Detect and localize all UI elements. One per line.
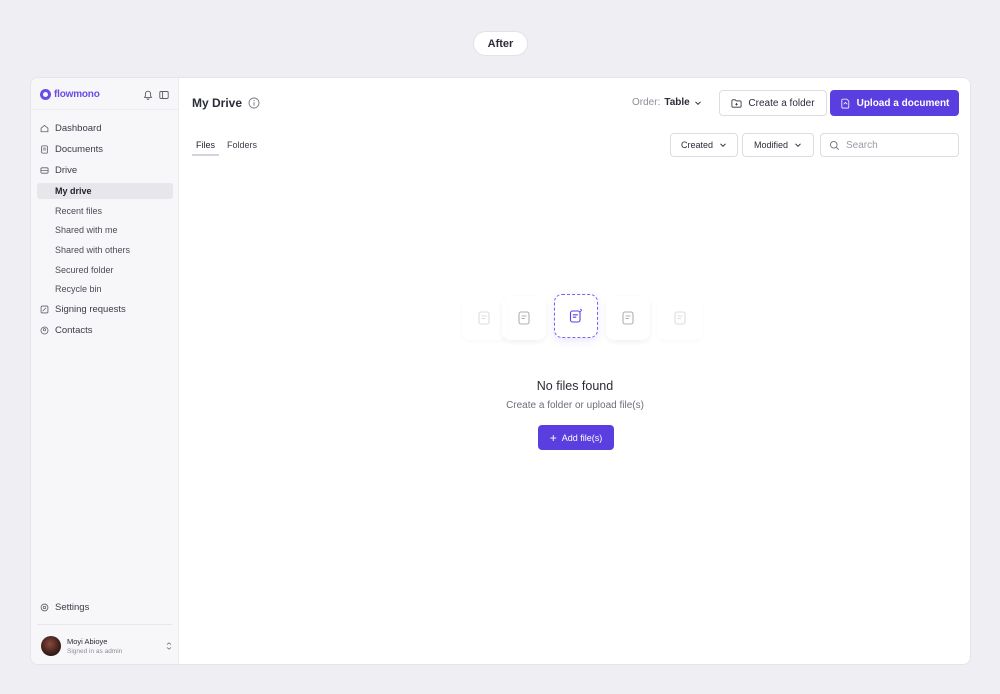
created-filter-label: Created [680,140,714,150]
file-card-placeholder [502,296,546,340]
file-icon [622,311,634,325]
sidebar-subitem-shared-with-me[interactable]: Shared with me [37,222,173,238]
chevron-down-icon [720,143,726,148]
sidebar-subitem-shared-with-others[interactable]: Shared with others [37,242,173,258]
modified-filter[interactable]: Modified [742,133,814,157]
empty-state-subtitle: Create a folder or upload file(s) [506,400,644,411]
app-window: flowmono Dashboard Documents Drive My dr… [30,77,971,665]
upload-document-button[interactable]: Upload a document [830,90,959,116]
file-card-placeholder [658,296,702,340]
sidebar-top-icons [143,87,169,100]
home-icon [40,124,49,133]
upload-document-icon [841,98,849,108]
search-field[interactable] [820,133,959,157]
brand-name: flowmono [54,88,100,100]
contacts-icon [40,326,49,335]
view-tabs: Files Folders [192,139,261,156]
created-filter[interactable]: Created [670,133,738,157]
file-card-question [554,294,598,338]
order-value: Table [664,97,690,108]
sidebar-divider [37,624,172,625]
sidebar-divider [31,109,178,110]
user-name: Moyi Abioye [67,636,108,646]
chevron-up-down-icon[interactable] [165,641,173,651]
file-card-placeholder [462,296,506,340]
folder-add-icon [731,98,742,108]
sidebar-subitem-recycle-bin[interactable]: Recycle bin [37,281,173,297]
after-badge: After [473,31,528,56]
file-icon [518,311,530,325]
tab-files[interactable]: Files [192,139,220,156]
avatar [41,636,61,656]
sidebar-item-label: Settings [55,602,90,613]
sidebar-item-documents[interactable]: Documents [37,141,173,158]
file-icon [478,311,490,325]
sidebar-subitem-my-drive[interactable]: My drive [37,183,173,199]
brand-logo[interactable]: flowmono [40,87,100,101]
chevron-down-icon [795,143,801,148]
file-card-placeholder [606,296,650,340]
notification-bell-icon[interactable] [143,87,153,100]
signing-icon [40,305,49,314]
flowmono-logo-icon [40,88,51,100]
main-content: My Drive Order: Table Create a folder Up… [179,78,970,664]
empty-illustration [462,294,702,340]
sidebar-subitem-secured-folder[interactable]: Secured folder [37,262,173,278]
upload-document-label: Upload a document [856,97,950,109]
create-folder-label: Create a folder [748,97,815,109]
user-menu[interactable]: Moyi Abioye Signed in as admin [41,635,173,657]
sidebar-item-dashboard[interactable]: Dashboard [37,120,173,137]
sidebar: flowmono Dashboard Documents Drive My dr… [31,78,179,664]
order-select[interactable]: Order: Table [632,97,702,108]
info-icon[interactable] [248,97,260,109]
search-icon [830,140,840,150]
user-meta: Moyi Abioye Signed in as admin [67,637,165,656]
file-question-icon [569,308,582,323]
add-files-label: Add file(s) [561,432,603,443]
drive-icon [40,167,49,174]
sidebar-item-label: Documents [55,144,104,155]
page-title: My Drive [192,96,243,110]
plus-icon: + [549,430,557,445]
document-icon [41,145,48,154]
search-input[interactable] [846,139,946,151]
sidebar-item-label: Dashboard [55,123,102,134]
modified-filter-label: Modified [753,140,789,150]
order-label: Order: [632,97,661,108]
sidebar-item-label: Contacts [55,325,93,337]
sidebar-item-contacts[interactable]: Contacts [37,322,173,339]
sidebar-toggle-icon[interactable] [159,87,169,99]
page-header: My Drive [192,96,260,110]
file-icon [674,311,686,325]
sidebar-item-label: Signing requests [55,304,126,316]
settings-icon [40,603,49,612]
sidebar-subitem-recent-files[interactable]: Recent files [37,203,173,219]
sidebar-nav: Dashboard Documents Drive My drive Recen… [37,120,173,343]
sidebar-item-settings[interactable]: Settings [40,602,89,613]
add-files-button[interactable]: + Add file(s) [538,425,614,450]
chevron-down-icon [694,100,701,105]
sidebar-item-signing-requests[interactable]: Signing requests [37,301,173,318]
create-folder-button[interactable]: Create a folder [719,90,827,116]
sidebar-item-label: Drive [55,165,78,176]
empty-state-title: No files found [536,379,614,393]
tab-folders[interactable]: Folders [223,139,261,156]
user-role: Signed in as admin [67,647,123,655]
sidebar-item-drive[interactable]: Drive [37,162,173,179]
